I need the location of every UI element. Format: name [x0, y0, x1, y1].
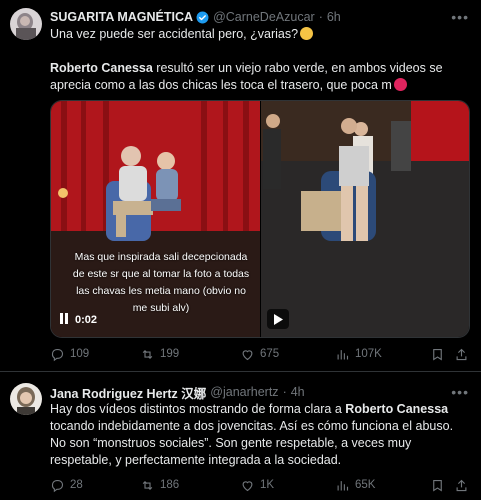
- reply-count: 109: [70, 348, 90, 360]
- repost-icon: [142, 349, 153, 359]
- views-icon: [337, 349, 349, 359]
- tweet-jana[interactable]: Jana Rodriguez Hertz 汉娜 @janarhertz · 4h…: [0, 373, 481, 500]
- reply-count: 28: [70, 479, 83, 491]
- video-controls: 0:02: [59, 313, 97, 327]
- angry-emoji-icon: [393, 78, 407, 91]
- tweet-header: SUGARITA MAGNÉTICA @CarneDeAzucar · 6h: [50, 9, 341, 25]
- repost-button[interactable]: 186: [140, 478, 179, 493]
- repost-icon: [142, 480, 153, 490]
- heart-icon: [242, 480, 253, 491]
- share-icon: [456, 348, 467, 360]
- text-line: tocando indebidamente a dos jovencitas. …: [50, 419, 454, 433]
- separator: ·: [318, 10, 323, 24]
- mention-name: Roberto Canessa: [50, 61, 153, 75]
- share-button[interactable]: [454, 347, 469, 362]
- timestamp[interactable]: 4h: [291, 385, 305, 399]
- avatar[interactable]: [10, 8, 42, 40]
- tweet-actions: 28 186 1K 65K: [50, 477, 469, 493]
- text-line: No son “monstruos sociales”. Son gente r…: [50, 436, 412, 450]
- tweet-header: Jana Rodriguez Hertz 汉娜 @janarhertz · 4h: [50, 383, 305, 402]
- tweet-text: Hay dos vídeos distintos mostrando de fo…: [50, 401, 469, 469]
- bookmark-button[interactable]: [430, 347, 445, 362]
- text-line: Hay dos vídeos distintos mostrando de fo…: [50, 402, 346, 416]
- pause-icon[interactable]: [59, 313, 69, 327]
- play-button[interactable]: [267, 309, 289, 329]
- video-caption: Mas que inspirada sali decepcionada de e…: [72, 251, 250, 314]
- heart-icon: [242, 349, 253, 360]
- text-line: aprecia como a las dos chicas les toca e…: [50, 78, 392, 92]
- reply-button[interactable]: 28: [50, 478, 83, 493]
- bookmark-icon: [433, 348, 442, 361]
- views-button[interactable]: 65K: [335, 478, 375, 493]
- repost-button[interactable]: 199: [140, 347, 179, 362]
- mention-name: Roberto Canessa: [345, 402, 449, 416]
- like-button[interactable]: 1K: [240, 478, 274, 493]
- media-grid: Mas que inspirada sali decepcionada de e…: [50, 100, 470, 338]
- share-icon: [456, 479, 467, 491]
- bookmark-button[interactable]: [430, 478, 445, 493]
- reply-icon: [51, 479, 64, 492]
- text-line: Una vez puede ser accidental pero, ¿vari…: [50, 27, 299, 41]
- text-line: resultó ser un viejo rabo verde, en ambo…: [152, 61, 443, 75]
- like-button[interactable]: 675: [240, 347, 279, 362]
- tweet-actions: 109 199 675 107K: [50, 346, 469, 362]
- bookmark-icon: [433, 479, 442, 492]
- separator: ·: [282, 385, 287, 399]
- views-icon: [337, 480, 349, 490]
- reply-button[interactable]: 109: [50, 347, 89, 362]
- reply-icon: [51, 348, 64, 361]
- author-handle[interactable]: @janarhertz: [210, 385, 278, 399]
- verified-badge-icon: [196, 11, 209, 24]
- more-options-icon[interactable]: •••: [451, 385, 469, 399]
- author-handle[interactable]: @CarneDeAzucar: [213, 10, 315, 24]
- author-name[interactable]: SUGARITA MAGNÉTICA: [50, 10, 193, 24]
- timestamp[interactable]: 6h: [327, 10, 341, 24]
- like-count: 675: [260, 348, 280, 360]
- emoji-icon: [300, 27, 314, 40]
- repost-count: 186: [160, 479, 180, 491]
- text-line: respetable, y perfectamente integrada a …: [50, 453, 342, 467]
- tweet-sugarita[interactable]: SUGARITA MAGNÉTICA @CarneDeAzucar · 6h •…: [0, 0, 481, 372]
- video-time: 0:02: [75, 314, 98, 326]
- tweet-text: Una vez puede ser accidental pero, ¿vari…: [50, 26, 469, 43]
- repost-count: 199: [160, 348, 180, 360]
- like-count: 1K: [260, 479, 275, 491]
- views-count: 65K: [355, 479, 376, 491]
- video-thumbnail-right[interactable]: [261, 101, 469, 337]
- more-options-icon[interactable]: •••: [451, 10, 469, 24]
- share-button[interactable]: [454, 478, 469, 493]
- views-count: 107K: [355, 348, 382, 360]
- tweet-text: Roberto Canessa resultó ser un viejo rab…: [50, 60, 469, 94]
- video-thumbnail-left[interactable]: Mas que inspirada sali decepcionada de e…: [51, 101, 260, 337]
- author-name[interactable]: Jana Rodriguez Hertz 汉娜: [50, 383, 206, 402]
- avatar[interactable]: [10, 383, 42, 415]
- views-button[interactable]: 107K: [335, 347, 382, 362]
